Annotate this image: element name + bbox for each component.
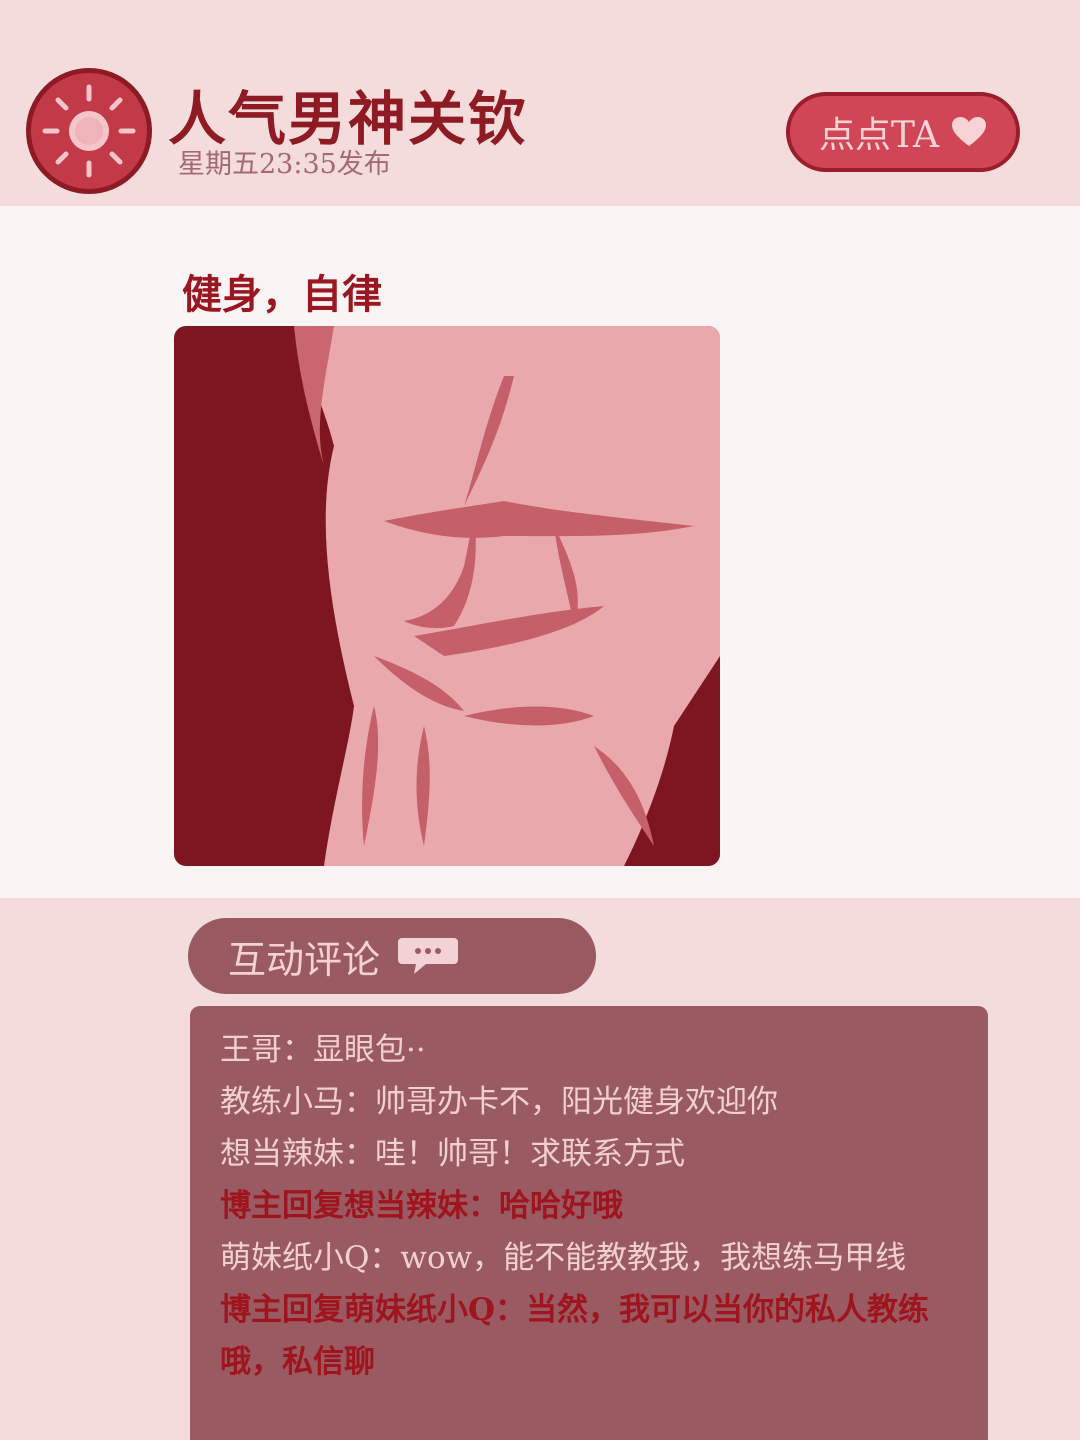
comment-item[interactable]: 萌妹纸小Q：wow，能不能教教我，我想练马甲线 [220,1232,958,1284]
comments-header[interactable]: 互动评论 [188,918,596,994]
comment-item[interactable]: 想当辣妹：哇！帅哥！求联系方式 [220,1128,958,1180]
post-image[interactable] [174,326,720,866]
author-reply[interactable]: 博主回复萌妹纸小Q：当然，我可以当你的私人教练哦，私信聊 [220,1284,958,1388]
avatar[interactable] [26,68,152,194]
like-button-label: 点点TA [818,115,940,156]
heart-icon [952,117,987,146]
sun-icon [42,84,136,178]
abs-photo [174,326,720,866]
comment-item[interactable]: 王哥：显眼包·· [220,1024,958,1076]
post-card: 健身，自律 [0,206,1080,898]
like-button[interactable]: 点点TA [786,92,1020,172]
author-reply[interactable]: 博主回复想当辣妹：哈哈好哦 [220,1180,958,1232]
comments-header-label: 互动评论 [228,937,381,982]
comment-item[interactable]: 教练小马：帅哥办卡不，阳光健身欢迎你 [220,1076,958,1128]
comments-list: 王哥：显眼包·· 教练小马：帅哥办卡不，阳光健身欢迎你 想当辣妹：哇！帅哥！求联… [190,1006,988,1440]
chat-bubble-icon [398,938,459,974]
post-header: 人气男神关钦 星期五23:35发布 点点TA [0,0,1080,206]
post-title: 健身，自律 [182,271,382,318]
post-time: 星期五23:35发布 [178,149,391,180]
